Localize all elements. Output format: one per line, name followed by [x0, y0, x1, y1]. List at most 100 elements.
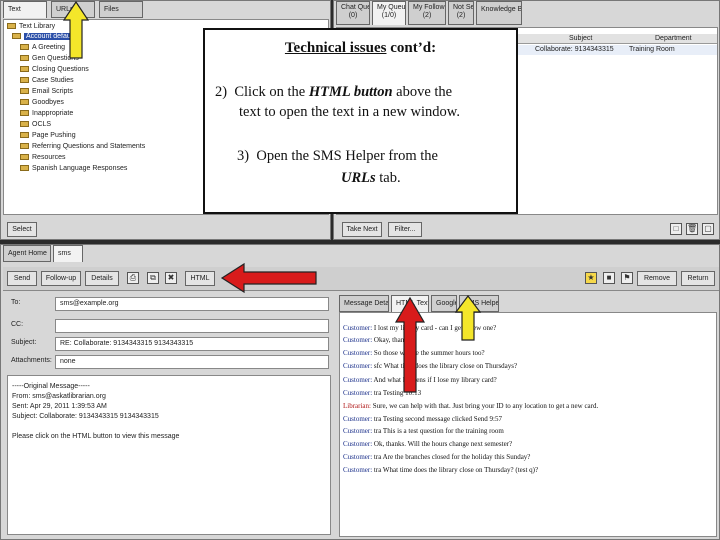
- tree-item[interactable]: Goodbyes: [20, 99, 64, 106]
- tree-root[interactable]: Text Library: [7, 23, 55, 30]
- folder-icon: [20, 110, 29, 117]
- instruction-callout: Technical issues cont’d: 2) Click on the…: [203, 28, 518, 214]
- star-icon[interactable]: ★: [585, 272, 597, 284]
- callout-step-3: 3) Open the SMS Helper from the: [237, 148, 438, 164]
- body-line: -----Original Message-----: [12, 383, 90, 390]
- message-body[interactable]: -----Original Message----- From: sms@ask…: [7, 375, 331, 535]
- chat-line: Customer: tra Are the branches closed fo…: [343, 453, 531, 461]
- folder-icon: [20, 121, 29, 128]
- chat-line: Customer: tra Testing 10:13: [343, 389, 422, 397]
- chat-line: Customer: I lost my library card - can I…: [343, 324, 497, 332]
- folder-icon: [20, 132, 29, 139]
- return-button[interactable]: Return: [681, 271, 715, 286]
- trash-icon[interactable]: ✖: [165, 272, 177, 284]
- tab-sms[interactable]: sms: [53, 245, 83, 262]
- callout-step-3-cont: URLs tab.: [341, 170, 401, 186]
- folder-icon: [20, 77, 29, 84]
- attachments-field: none: [55, 355, 329, 369]
- tree-item[interactable]: Gen Questions: [20, 55, 79, 62]
- column-department[interactable]: Department: [655, 35, 692, 42]
- take-next-button[interactable]: Take Next: [342, 222, 382, 237]
- body-line: Subject: Collaborate: 9134343315 9134343…: [12, 413, 159, 420]
- tree-item[interactable]: Inappropriate: [20, 110, 73, 117]
- cc-label: CC:: [11, 321, 24, 328]
- callout-step-2: 2) Click on the HTML button above the: [215, 84, 453, 100]
- folder-icon: [20, 154, 29, 161]
- tab-my-followups[interactable]: My Follow-ups(2): [408, 1, 446, 25]
- details-button[interactable]: Details: [85, 271, 119, 286]
- delete-icon[interactable]: 🗑: [686, 223, 698, 235]
- row-department: Training Room: [629, 46, 675, 53]
- folder-icon: [20, 55, 29, 62]
- chat-line: Customer: sfc What time does the library…: [343, 362, 518, 370]
- subject-field[interactable]: RE: Collaborate: 9134343315 9134343315: [55, 337, 329, 351]
- html-button[interactable]: HTML: [185, 271, 215, 286]
- chat-transcript: [339, 312, 717, 537]
- to-field[interactable]: sms@example.org: [55, 297, 329, 311]
- chat-line: Customer: So those will be the summer ho…: [343, 349, 485, 357]
- window-icon[interactable]: ▢: [702, 223, 714, 235]
- callout-step-2-cont: text to open the text in a new window.: [239, 104, 460, 120]
- send-button[interactable]: Send: [7, 271, 37, 286]
- tab-sms-helper[interactable]: SMS Helper: [459, 295, 499, 312]
- page-icon[interactable]: □: [670, 223, 682, 235]
- chat-line: Customer: tra What time does the library…: [343, 466, 539, 474]
- chat-line: Customer: tra Testing second message cli…: [343, 415, 502, 423]
- tree-item[interactable]: Closing Questions: [20, 66, 89, 73]
- body-line: Please click on the HTML button to view …: [12, 433, 180, 440]
- callout-title: Technical issues cont’d:: [284, 40, 437, 56]
- message-toolbar: Send Follow-up Details ⎙ ⧉ ✖ HTML ★ ■ ⚑ …: [3, 267, 719, 291]
- to-label: To:: [11, 299, 21, 306]
- folder-icon: [20, 66, 29, 73]
- attachments-label: Attachments:: [11, 357, 52, 364]
- folder-icon: [20, 143, 29, 150]
- chat-line: Librarian: Sure, we can help with that. …: [343, 402, 599, 410]
- tree-item[interactable]: Resources: [20, 154, 65, 161]
- stop-icon[interactable]: ■: [603, 272, 615, 284]
- cc-field[interactable]: [55, 319, 329, 333]
- folder-icon: [7, 23, 16, 30]
- message-workspace: Agent Home sms Send Follow-up Details ⎙ …: [0, 244, 720, 540]
- tab-knowledge-base[interactable]: Knowledge Base: [476, 1, 522, 25]
- folder-icon: [12, 33, 21, 40]
- folder-icon: [20, 88, 29, 95]
- tree-item[interactable]: Referring Questions and Statements: [20, 143, 145, 150]
- tab-files[interactable]: Files: [99, 1, 143, 18]
- chat-line: Customer: Okay, thanks!: [343, 336, 413, 344]
- folder-icon: [20, 44, 29, 51]
- tree-item[interactable]: A Greeting: [20, 44, 65, 51]
- tab-not-sent[interactable]: Not Sent(2): [448, 1, 474, 25]
- tab-google[interactable]: Google: [431, 295, 457, 312]
- tree-item[interactable]: Email Scripts: [20, 88, 73, 95]
- print-icon[interactable]: ⎙: [127, 272, 139, 284]
- tab-my-queue[interactable]: My Queue(1/0): [372, 1, 406, 25]
- tree-item[interactable]: Spanish Language Responses: [20, 165, 127, 172]
- remove-button[interactable]: Remove: [637, 271, 677, 286]
- row-subject: Collaborate: 9134343315: [535, 46, 614, 53]
- filter-button[interactable]: Filter...: [388, 222, 422, 237]
- tree-item[interactable]: Case Studies: [20, 77, 74, 84]
- subject-label: Subject:: [11, 339, 37, 346]
- tab-html-text[interactable]: HTML Text: [391, 295, 429, 312]
- tab-message-details[interactable]: Message Details: [339, 295, 389, 312]
- body-line: Sent: Apr 29, 2011 1:39:53 AM: [12, 403, 107, 410]
- chat-line: Customer: Ok, thanks. Will the hours cha…: [343, 440, 513, 448]
- select-button[interactable]: Select: [7, 222, 37, 237]
- tree-item[interactable]: OCLS: [20, 121, 51, 128]
- body-line: [12, 422, 326, 432]
- tree-selected-item[interactable]: Account default: [12, 33, 77, 40]
- tab-text[interactable]: Text: [3, 1, 47, 18]
- tab-agent-home[interactable]: Agent Home: [3, 245, 51, 262]
- chat-line: Customer: tra This is a test question fo…: [343, 427, 504, 435]
- tab-chat-queues[interactable]: Chat Queues(0): [336, 1, 370, 25]
- folder-icon: [20, 165, 29, 172]
- folder-icon: [20, 99, 29, 106]
- followup-button[interactable]: Follow-up: [41, 271, 81, 286]
- compose-pane: To: sms@example.org CC: Subject: RE: Col…: [3, 293, 335, 539]
- flag-icon[interactable]: ⚑: [621, 272, 633, 284]
- column-subject[interactable]: Subject: [569, 35, 592, 42]
- tab-urls[interactable]: URLs: [51, 1, 95, 18]
- chat-line: Customer: And what happens if I lose my …: [343, 376, 497, 384]
- copy-icon[interactable]: ⧉: [147, 272, 159, 284]
- tree-item[interactable]: Page Pushing: [20, 132, 76, 139]
